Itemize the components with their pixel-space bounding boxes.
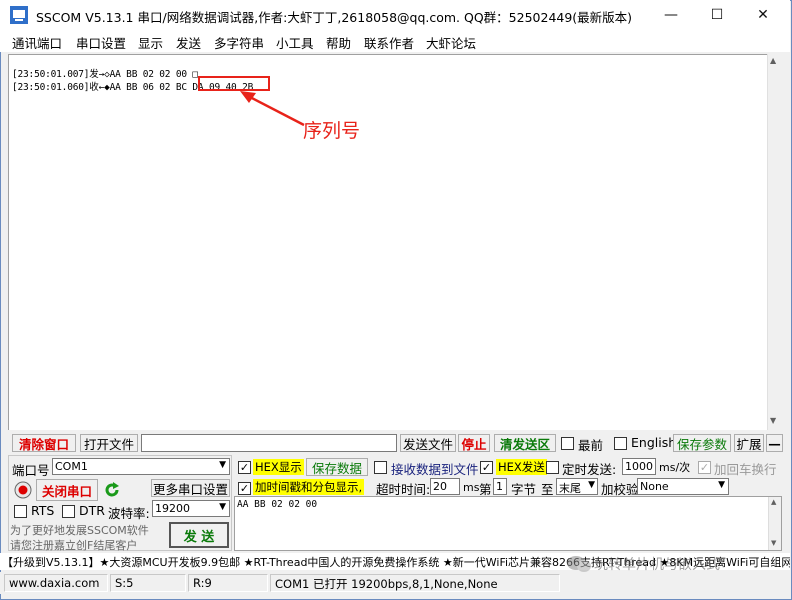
receive-line-prefix: [23:50:01.060]收←◆AA BB 06 02 (12, 82, 176, 93)
port-select[interactable]: COM1 ▼ (52, 458, 230, 475)
timed-send-label: 定时发送: (562, 462, 617, 477)
checksum-select[interactable]: None ▼ (637, 478, 729, 495)
maximize-button[interactable]: ☐ (694, 0, 740, 30)
scroll-down-icon[interactable]: ▼ (770, 416, 776, 425)
hex-display-checkbox[interactable]: ✓ (238, 461, 251, 474)
refresh-icon[interactable] (103, 481, 121, 499)
interval-unit: ms/次 (659, 461, 691, 474)
scroll-up-icon[interactable]: ▲ (770, 56, 776, 65)
menu-bar: 通讯端口 串口设置 显示 发送 多字符串 小工具 帮助 联系作者 大虾论坛 (0, 30, 790, 52)
save-params-label: 保存参数 (676, 436, 727, 452)
stop-label: 停止 (461, 436, 487, 452)
receive-area[interactable]: [23:50:01.007]发→◇AA BB 02 02 00 □ [23:50… (8, 54, 780, 430)
hex-send-checkbox[interactable]: ✓ (480, 461, 493, 474)
recv-to-file-checkbox[interactable] (374, 461, 387, 474)
timeout-unit: ms (463, 481, 480, 494)
rts-label: RTS (31, 503, 55, 518)
collapse-button[interactable]: — (766, 434, 783, 452)
baud-select[interactable]: 19200 ▼ (152, 500, 230, 517)
dtr-checkbox[interactable] (62, 505, 75, 518)
scroll-up-icon[interactable]: ▲ (771, 498, 776, 506)
close-port-label: 关闭串口 (41, 483, 92, 499)
promo-line-1: 为了更好地发展SSCOM软件 (10, 524, 149, 537)
append-crlf-checkbox[interactable]: ✓ (698, 461, 711, 474)
port-label: 端口号 (12, 463, 50, 478)
send-input-area[interactable]: AA BB 02 02 00 ▲ ▼ (234, 496, 782, 551)
timestamp-checkbox[interactable]: ✓ (238, 482, 251, 495)
menu-serial-settings[interactable]: 串口设置 (76, 33, 126, 52)
baud-value: 19200 (155, 502, 190, 515)
menu-help[interactable]: 帮助 (326, 33, 351, 52)
app-icon (10, 6, 28, 24)
close-button[interactable]: ✕ (740, 0, 786, 30)
port-value: COM1 (55, 460, 88, 473)
dtr-label: DTR (79, 503, 105, 518)
close-port-button[interactable]: 关闭串口 (36, 479, 98, 501)
save-params-button[interactable]: 保存参数 (673, 434, 731, 452)
clear-send-button[interactable]: 清发送区 (494, 434, 556, 452)
clear-send-label: 清发送区 (499, 436, 550, 452)
recv-to-file-label: 接收数据到文件 (391, 462, 479, 477)
rts-checkbox[interactable] (14, 505, 27, 518)
clear-window-label: 清除窗口 (18, 436, 69, 452)
expand-button[interactable]: 扩展 (734, 434, 764, 452)
append-crlf-label: 加回车换行 (714, 462, 777, 477)
annotation-arrow-icon (240, 91, 305, 127)
status-bar: www.daxia.com S:5 R:9 COM1 已打开 19200bps,… (0, 572, 790, 594)
chevron-down-icon: ▼ (219, 460, 226, 470)
file-path-input[interactable] (141, 434, 397, 452)
port-status: COM1 已打开 19200bps,8,1,None,None (270, 574, 560, 592)
menu-comm-port[interactable]: 通讯端口 (12, 33, 62, 52)
window-title: SSCOM V5.13.1 串口/网络数据调试器,作者:大虾丁丁,2618058… (36, 10, 633, 25)
watermark: 玩转单片机与嵌入式 (566, 554, 720, 574)
stop-button[interactable]: 停止 (458, 434, 490, 452)
hex-send-label: HEX发送 (496, 459, 547, 475)
received-count: R:9 (188, 574, 268, 592)
send-label: 发 送 (183, 529, 215, 545)
save-data-button[interactable]: 保存数据 (306, 458, 368, 476)
minimize-button[interactable]: — (648, 0, 694, 30)
byte-index-input[interactable]: 1 (493, 478, 507, 495)
scroll-down-icon[interactable]: ▼ (771, 539, 776, 547)
watermark-text: 玩转单片机与嵌入式 (594, 557, 720, 573)
sent-count: S:5 (110, 574, 186, 592)
title-bar: SSCOM V5.13.1 串口/网络数据调试器,作者:大虾丁丁,2618058… (0, 0, 790, 30)
english-label: English (631, 435, 677, 450)
open-file-button[interactable]: 打开文件 (80, 434, 138, 452)
chevron-down-icon: ▼ (588, 480, 595, 490)
port-status-icon (14, 481, 32, 499)
chevron-down-icon: ▼ (219, 502, 226, 512)
send-scrollbar[interactable]: ▲ ▼ (768, 497, 781, 550)
menu-tools[interactable]: 小工具 (276, 33, 314, 52)
baud-label: 波特率: (108, 506, 150, 521)
topmost-label: 最前 (578, 438, 604, 453)
timeout-input[interactable]: 20 (430, 478, 460, 495)
menu-contact-author[interactable]: 联系作者 (364, 33, 414, 52)
menu-send[interactable]: 发送 (176, 33, 201, 52)
send-file-button[interactable]: 发送文件 (400, 434, 456, 452)
timed-send-checkbox[interactable] (546, 461, 559, 474)
menu-display[interactable]: 显示 (138, 33, 163, 52)
clear-window-button[interactable]: 清除窗口 (12, 434, 76, 452)
send-content: AA BB 02 02 00 (237, 499, 318, 510)
timestamp-label: 加时间戳和分包显示, (253, 479, 365, 495)
annotation-label: 序列号 (303, 120, 361, 142)
menu-multi-string[interactable]: 多字符串 (214, 33, 264, 52)
menu-forum[interactable]: 大虾论坛 (426, 33, 476, 52)
promo-line-2: 请您注册嘉立创F结尾客户 (10, 539, 138, 552)
website-link[interactable]: www.daxia.com (4, 574, 108, 592)
english-checkbox[interactable] (614, 437, 627, 450)
more-port-settings-button[interactable]: 更多串口设置 (151, 479, 230, 497)
chevron-down-icon: ▼ (718, 480, 725, 490)
wechat-icon (567, 556, 591, 572)
interval-input[interactable]: 1000 (622, 458, 656, 475)
topmost-checkbox[interactable] (561, 437, 574, 450)
send-button[interactable]: 发 送 (169, 522, 229, 548)
end-value: 末尾 (559, 482, 581, 495)
receive-scrollbar[interactable]: ▲ ▼ (767, 54, 781, 430)
hex-display-label: HEX显示 (253, 459, 304, 475)
checksum-value: None (640, 480, 669, 493)
end-select[interactable]: 末尾 ▼ (556, 478, 598, 495)
receive-line-sent: [23:50:01.007]发→◇AA BB 02 02 00 □ (12, 69, 198, 80)
